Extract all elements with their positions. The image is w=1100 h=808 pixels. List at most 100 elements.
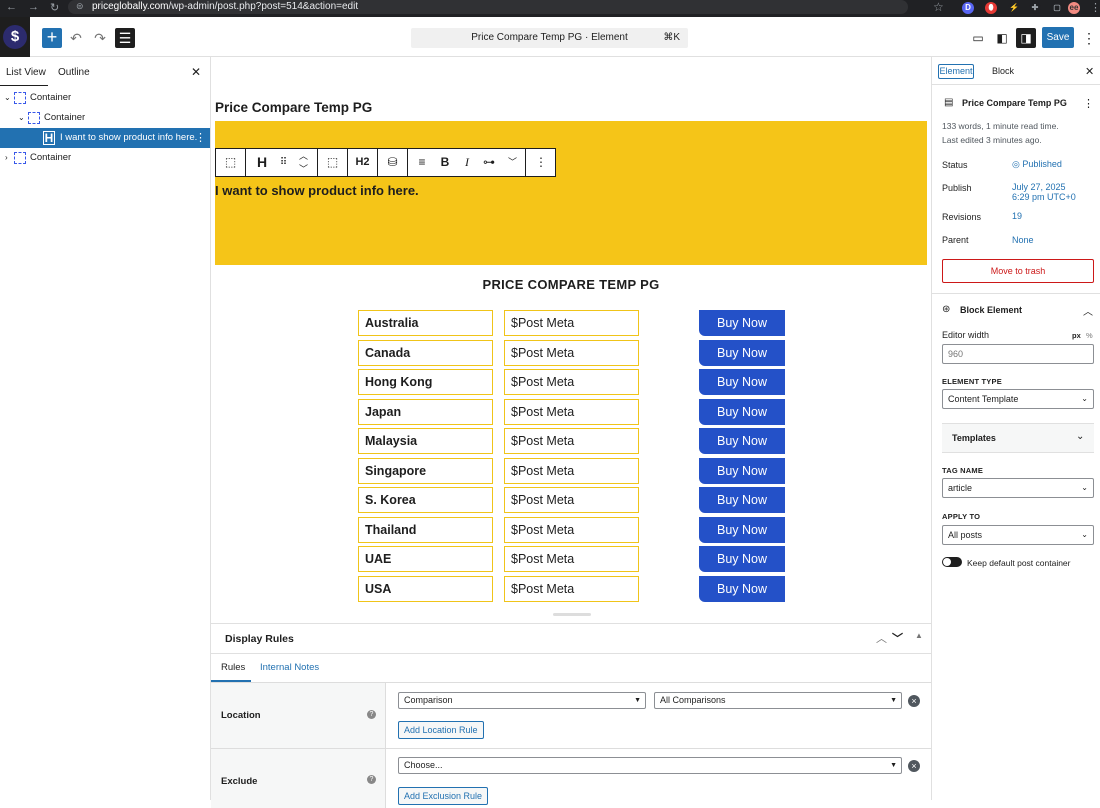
move-to-trash-button[interactable]: Move to trash: [942, 259, 1094, 283]
tag-name-select[interactable]: article ⌄: [942, 478, 1094, 498]
buy-now-button[interactable]: Buy Now: [699, 457, 785, 484]
add-exclusion-rule-button[interactable]: Add Exclusion Rule: [398, 787, 489, 805]
apply-to-select[interactable]: All posts ⌄: [942, 525, 1094, 545]
publish-time[interactable]: 6:29 pm UTC+0: [1012, 192, 1076, 202]
list-item[interactable]: ⌄ Container: [0, 108, 210, 128]
add-location-rule-button[interactable]: Add Location Rule: [398, 721, 484, 739]
post-title[interactable]: Price Compare Temp PG: [215, 100, 372, 115]
parent-value[interactable]: None: [1012, 235, 1034, 245]
more-formats-chevron-icon[interactable]: ﹀: [500, 149, 526, 176]
buy-now-button[interactable]: Buy Now: [699, 487, 785, 513]
move-up-down-icon[interactable]: ︿ ﹀: [290, 149, 318, 176]
redo-icon[interactable]: ↷: [90, 28, 110, 48]
remove-rule-icon[interactable]: ×: [908, 695, 920, 707]
exclude-select[interactable]: Choose... ▼: [398, 757, 902, 774]
country-cell[interactable]: Australia: [358, 310, 493, 336]
unit-percent[interactable]: %: [1086, 331, 1093, 340]
chevron-right-icon[interactable]: ›: [5, 148, 8, 168]
unit-px[interactable]: px: [1072, 331, 1081, 340]
select-parent-icon[interactable]: ⬚: [216, 149, 246, 176]
price-cell[interactable]: $Post Meta: [504, 457, 639, 484]
chevron-up-icon[interactable]: ︿: [1083, 303, 1093, 318]
country-cell[interactable]: Singapore: [358, 457, 493, 484]
save-button[interactable]: Save: [1042, 27, 1074, 48]
publish-date[interactable]: July 27, 2025: [1012, 182, 1066, 192]
buy-now-button[interactable]: Buy Now: [699, 398, 785, 425]
document-actions-icon[interactable]: ⋮: [1083, 97, 1094, 110]
forward-icon[interactable]: →: [28, 1, 39, 13]
country-cell[interactable]: Hong Kong: [358, 369, 493, 395]
element-type-select[interactable]: Content Template ⌄: [942, 389, 1094, 409]
price-cell[interactable]: $Post Meta: [504, 546, 639, 572]
list-item[interactable]: ⌄ Container: [0, 88, 210, 108]
link-icon[interactable]: ⊶: [478, 149, 500, 176]
back-icon[interactable]: ←: [6, 1, 17, 13]
extensions-puzzle-icon[interactable]: ✚: [1029, 2, 1041, 14]
preview-device-icon[interactable]: ▭: [968, 28, 988, 48]
undo-icon[interactable]: ↶: [66, 28, 86, 48]
downloads-icon[interactable]: ▢: [1051, 2, 1063, 14]
toggle-panel-icon[interactable]: ▲: [915, 631, 923, 640]
buy-now-button[interactable]: Buy Now: [699, 575, 785, 602]
remove-rule-icon[interactable]: ×: [908, 760, 920, 772]
country-cell[interactable]: Canada: [358, 339, 493, 366]
price-cell[interactable]: $Post Meta: [504, 398, 639, 425]
address-bar[interactable]: ⊜ priceglobally.com/wp-admin/post.php?po…: [68, 0, 908, 14]
settings-sidebar-toggle[interactable]: ◨: [1016, 28, 1036, 48]
help-icon[interactable]: ?: [367, 775, 376, 784]
extension-d-icon[interactable]: D: [962, 2, 974, 14]
tab-element[interactable]: Element: [938, 64, 974, 79]
price-cell[interactable]: $Post Meta: [504, 516, 639, 543]
location-type-select[interactable]: Comparison ▼: [398, 692, 646, 709]
revisions-value[interactable]: 19: [1012, 211, 1022, 221]
chevron-down-icon[interactable]: ⌄: [18, 108, 25, 128]
price-cell[interactable]: $Post Meta: [504, 369, 639, 395]
extension-bolt-icon[interactable]: ⚡: [1008, 2, 1020, 14]
content-title[interactable]: PRICE COMPARE TEMP PG: [211, 277, 931, 292]
price-cell[interactable]: $Post Meta: [504, 575, 639, 602]
chevron-down-icon[interactable]: ⌄: [4, 88, 11, 108]
italic-icon[interactable]: I: [456, 149, 478, 176]
buy-now-button[interactable]: Buy Now: [699, 310, 785, 336]
reload-icon[interactable]: ↻: [50, 1, 59, 14]
heading-block[interactable]: I want to show product info here.: [215, 183, 419, 198]
block-element-heading[interactable]: Block Element: [960, 305, 1022, 315]
browser-menu-icon[interactable]: ⋮: [1090, 1, 1100, 14]
generateblocks-icon[interactable]: ◧: [992, 28, 1012, 48]
price-cell[interactable]: $Post Meta: [504, 428, 639, 454]
dynamic-data-icon[interactable]: ⛁: [378, 149, 408, 176]
country-cell[interactable]: UAE: [358, 546, 493, 572]
heading-block-icon[interactable]: H: [246, 149, 278, 176]
bold-icon[interactable]: B: [434, 149, 456, 176]
country-cell[interactable]: Thailand: [358, 516, 493, 543]
buy-now-button[interactable]: Buy Now: [699, 546, 785, 572]
select-container-icon[interactable]: ⬚: [318, 149, 348, 176]
move-up-icon[interactable]: ︿: [876, 630, 887, 646]
country-cell[interactable]: S. Korea: [358, 487, 493, 513]
location-value-select[interactable]: All Comparisons ▼: [654, 692, 902, 709]
buy-now-button[interactable]: Buy Now: [699, 516, 785, 543]
help-icon[interactable]: ?: [367, 710, 376, 719]
list-item[interactable]: › Container: [0, 148, 210, 168]
price-cell[interactable]: $Post Meta: [504, 310, 639, 336]
heading-level-button[interactable]: H2: [348, 149, 378, 176]
tab-internal-notes[interactable]: Internal Notes: [260, 662, 319, 673]
tab-rules[interactable]: Rules: [221, 662, 245, 673]
add-block-button[interactable]: +: [42, 28, 62, 48]
bookmark-star-icon[interactable]: ☆: [933, 0, 944, 14]
tab-outline[interactable]: Outline: [58, 67, 90, 78]
profile-avatar[interactable]: ee: [1068, 2, 1080, 14]
tab-block[interactable]: Block: [992, 66, 1014, 76]
options-menu-icon[interactable]: ⋮: [1079, 28, 1099, 48]
country-cell[interactable]: USA: [358, 575, 493, 602]
country-cell[interactable]: Malaysia: [358, 428, 493, 454]
list-item-selected[interactable]: H I want to show product info here. ⋮: [0, 128, 210, 148]
move-down-icon[interactable]: ﹀: [892, 630, 903, 646]
block-options-icon[interactable]: ⋮: [195, 128, 206, 148]
align-icon[interactable]: ≡: [410, 149, 434, 176]
keep-default-toggle[interactable]: [942, 557, 962, 567]
editor-width-input[interactable]: 960: [942, 344, 1094, 364]
site-logo[interactable]: $: [0, 17, 30, 57]
country-cell[interactable]: Japan: [358, 398, 493, 425]
command-palette-bar[interactable]: Price Compare Temp PG · Element ⌘K: [411, 28, 688, 48]
